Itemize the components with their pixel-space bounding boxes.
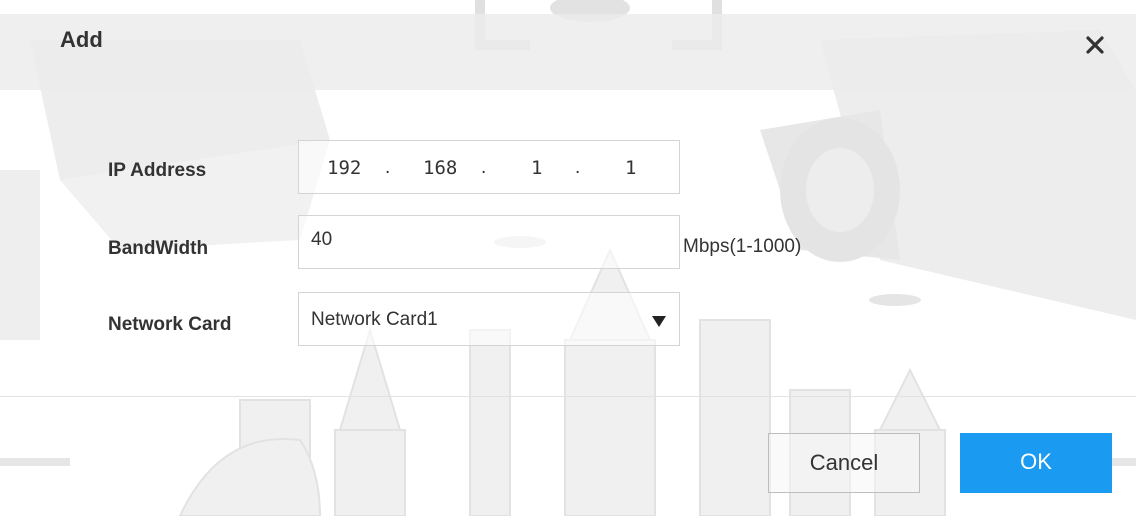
network-card-select[interactable]: Network Card1 (298, 292, 680, 346)
bandwidth-unit: Mbps(1-1000) (683, 236, 802, 257)
ip-dot-separator: . (481, 157, 487, 178)
dialog-title: Add (60, 27, 103, 52)
cancel-button[interactable]: Cancel (768, 433, 920, 493)
network-card-selected: Network Card1 (311, 309, 438, 330)
bandwidth-label: BandWidth (108, 238, 209, 259)
footer-divider (0, 396, 1136, 397)
dropdown-triangle-icon[interactable] (652, 316, 666, 327)
ip-octet-3[interactable]: 1 (531, 157, 542, 179)
close-icon[interactable] (1083, 33, 1107, 57)
ip-octet-2[interactable]: 168 (423, 157, 457, 179)
ip-octet-4[interactable]: 1 (625, 157, 636, 179)
ip-dot-separator: . (575, 157, 581, 178)
ip-octet-1[interactable]: 192 (327, 157, 361, 179)
network-card-label: Network Card (108, 314, 232, 335)
add-dialog: Add IP Address 192 . 168 . 1 . 1 BandWid… (0, 0, 1136, 516)
ip-address-input[interactable]: 192 . 168 . 1 . 1 (298, 140, 680, 194)
dialog-header (0, 14, 1136, 90)
ip-address-label: IP Address (108, 160, 207, 181)
bandwidth-input[interactable]: 40 (298, 215, 680, 269)
ip-dot-separator: . (385, 157, 391, 178)
bandwidth-value: 40 (311, 229, 333, 250)
ok-button[interactable]: OK (960, 433, 1112, 493)
